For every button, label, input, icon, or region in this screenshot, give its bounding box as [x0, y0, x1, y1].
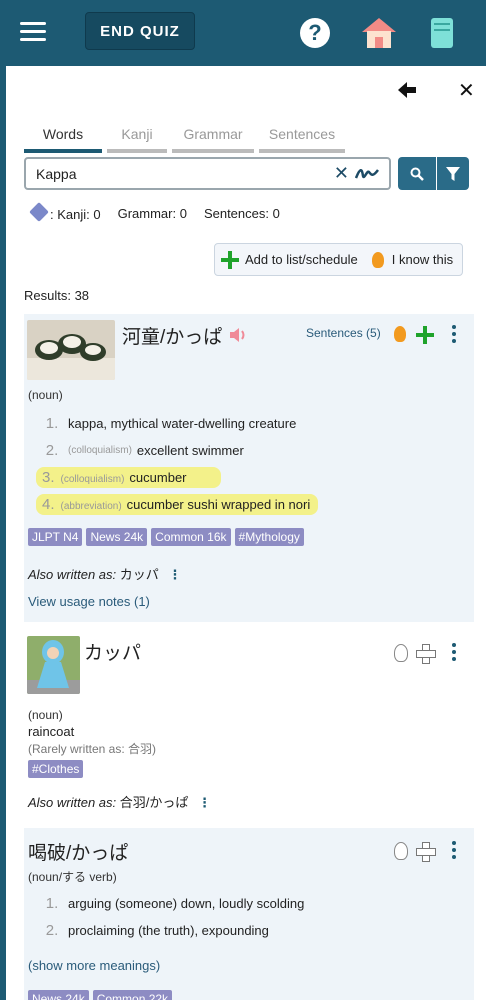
- part-of-speech: (noun): [28, 708, 63, 722]
- meaning-item: 1. arguing (someone) down, loudly scoldin…: [45, 895, 305, 912]
- search-panel: ✕ Words Kanji Grammar Sentences ✕ : Kanj…: [6, 66, 486, 1000]
- tag-badges: #Clothes: [28, 760, 84, 778]
- add-outline-icon[interactable]: [416, 644, 436, 664]
- menu-icon[interactable]: [20, 22, 46, 42]
- top-app-bar: END QUIZ ?: [0, 0, 486, 66]
- tag-badge[interactable]: #Mythology: [234, 528, 304, 546]
- help-icon[interactable]: ?: [300, 18, 330, 48]
- back-arrow-icon[interactable]: [398, 82, 416, 98]
- result-entry: カッパ (noun) raincoat (Rarely written as: …: [24, 632, 474, 812]
- search-icon: [410, 167, 424, 181]
- home-icon[interactable]: [360, 16, 398, 50]
- tab-kanji[interactable]: Kanji: [107, 126, 167, 153]
- book-icon[interactable]: [430, 17, 454, 49]
- search-input[interactable]: [26, 159, 306, 188]
- tag-badge[interactable]: News 24k: [86, 528, 148, 546]
- search-box: ✕: [24, 157, 391, 190]
- result-entry: 河童/かっぱ Sentences (5) (noun) 1. kappa, myt…: [24, 314, 474, 622]
- lightbulb-icon[interactable]: [371, 251, 384, 268]
- meanings-list: 1. kappa, mythical water-dwelling creatur…: [36, 410, 319, 518]
- bulk-action-bar: Add to list/schedule I know this: [214, 243, 463, 276]
- filter-button[interactable]: [437, 157, 469, 190]
- meaning-item: 4. (abbreviation) cucumber sushi wrapped i…: [36, 491, 319, 518]
- clear-search-icon[interactable]: ✕: [334, 163, 349, 184]
- add-outline-icon[interactable]: [416, 842, 436, 862]
- entry-image: [27, 636, 80, 694]
- entry-word: 喝破/かっぱ: [28, 843, 129, 864]
- meanings-list: 1. arguing (someone) down, loudly scoldin…: [42, 890, 305, 944]
- part-of-speech: (noun/する verb): [28, 870, 117, 884]
- handwriting-icon[interactable]: [355, 166, 379, 182]
- kanji-count: : Kanji: 0: [50, 207, 101, 222]
- entry-word: 河童/かっぱ: [122, 327, 223, 348]
- tag-badge[interactable]: #Clothes: [28, 760, 84, 778]
- tag-badges: JLPT N4 News 24k Common 16k #Mythology: [28, 528, 304, 546]
- sentences-count: Sentences: 0: [203, 206, 280, 221]
- tag-badges: News 24k Common 22k: [28, 990, 173, 1000]
- part-of-speech: (noun): [28, 388, 63, 402]
- more-options-icon[interactable]: [452, 841, 456, 862]
- tab-words[interactable]: Words: [24, 126, 102, 153]
- meaning-item: 2. (colloquialism) excellent swimmer: [45, 442, 244, 459]
- meaning-text: raincoat: [28, 724, 75, 739]
- entry-image: [27, 320, 115, 380]
- highlight: 4. (abbreviation) cucumber sushi wrapped i…: [36, 494, 319, 515]
- tab-sentences[interactable]: Sentences: [259, 126, 345, 153]
- lightbulb-icon[interactable]: [394, 326, 406, 342]
- rarely-written: (Rarely written as: 合羽): [28, 742, 157, 756]
- also-written-as: Also written as: カッパ ⋮: [28, 567, 182, 583]
- more-options-icon[interactable]: ⋮: [198, 795, 211, 811]
- add-to-list-button[interactable]: Add to list/schedule: [245, 252, 358, 267]
- lightbulb-outline-icon[interactable]: [394, 842, 408, 860]
- lightbulb-outline-icon[interactable]: [394, 644, 408, 662]
- tag-badge[interactable]: JLPT N4: [28, 528, 83, 546]
- add-icon[interactable]: [416, 326, 434, 344]
- i-know-this-button[interactable]: I know this: [392, 252, 453, 267]
- highlight: 3. (colloquialism) cucumber: [36, 467, 221, 488]
- meaning-item: 3. (colloquialism) cucumber: [36, 464, 318, 491]
- search-tabs: Words Kanji Grammar Sentences: [24, 126, 345, 153]
- more-options-icon[interactable]: [452, 325, 456, 346]
- direction-icon[interactable]: [29, 202, 49, 222]
- also-written-as: Also written as: 合羽/かっぱ ⋮: [28, 795, 212, 811]
- tag-badge[interactable]: Common 16k: [151, 528, 231, 546]
- tag-badge[interactable]: Common 22k: [92, 990, 173, 1000]
- close-icon[interactable]: ✕: [458, 78, 475, 103]
- add-icon[interactable]: [221, 250, 239, 269]
- usage-notes-link[interactable]: View usage notes (1): [28, 594, 150, 609]
- meaning-item: 1. kappa, mythical water-dwelling creatur…: [45, 415, 297, 432]
- search-button[interactable]: [398, 157, 436, 190]
- entry-word: カッパ: [84, 643, 142, 664]
- tab-grammar[interactable]: Grammar: [172, 126, 254, 153]
- sentences-link[interactable]: Sentences (5): [306, 326, 381, 340]
- speaker-icon[interactable]: [228, 326, 248, 344]
- grammar-count: Grammar: 0: [117, 206, 187, 221]
- end-quiz-button[interactable]: END QUIZ: [85, 12, 195, 50]
- tag-badge[interactable]: News 24k: [28, 990, 89, 1000]
- more-options-icon[interactable]: ⋮: [168, 567, 181, 583]
- result-counts: : Kanji: 0 Grammar: 0 Sentences: 0: [29, 202, 280, 222]
- filter-icon: [446, 166, 460, 181]
- result-entry: 喝破/かっぱ (noun/する verb) 1. arguing (someone…: [24, 828, 474, 1000]
- more-options-icon[interactable]: [452, 643, 456, 664]
- results-count: Results: 38: [24, 288, 90, 303]
- meaning-item: 2. proclaiming (the truth), expounding: [45, 922, 269, 939]
- show-more-meanings-link[interactable]: (show more meanings): [28, 958, 160, 973]
